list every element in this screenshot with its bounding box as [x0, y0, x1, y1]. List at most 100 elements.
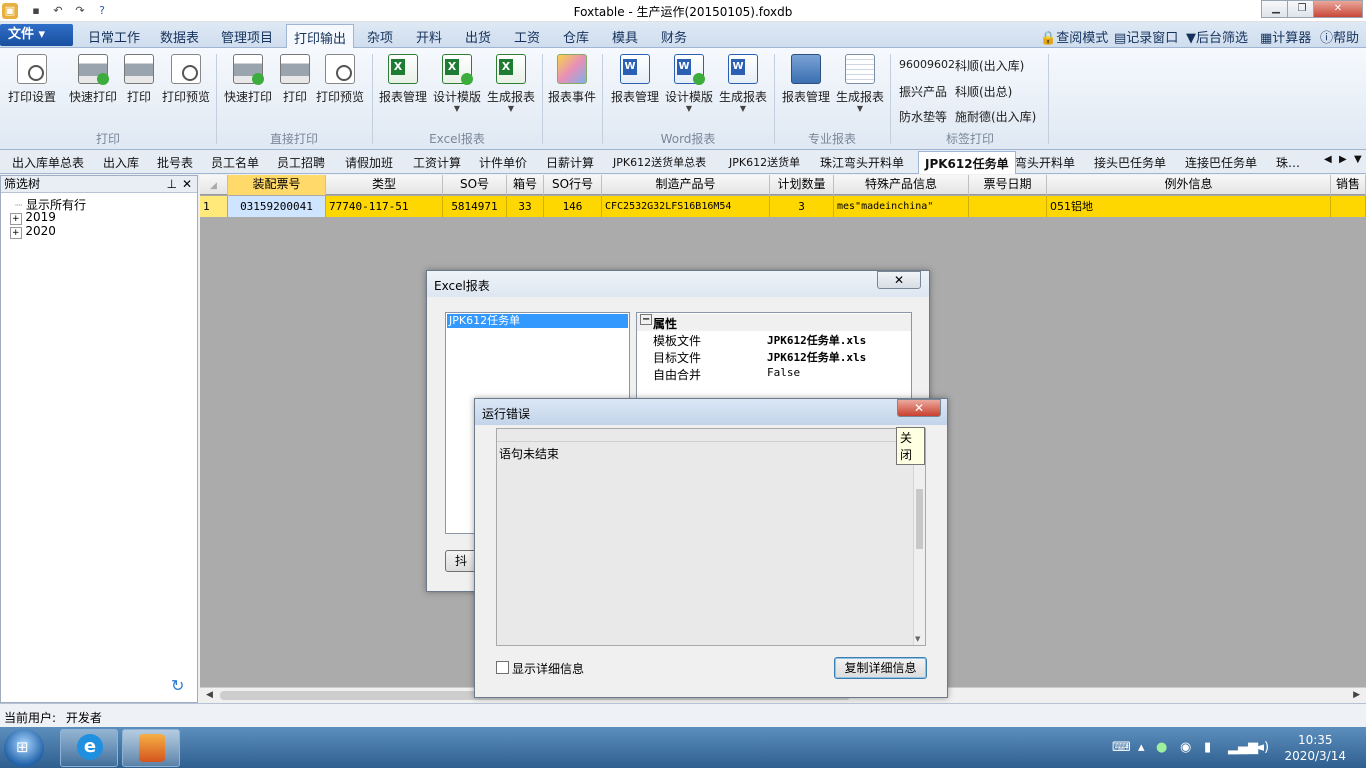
tab-wages[interactable]: 工资	[514, 27, 540, 46]
start-button[interactable]: ⊞	[4, 729, 44, 767]
doctab-batch[interactable]: 批号表	[157, 154, 193, 171]
file-menu-button[interactable]: 文件 ▾	[0, 24, 73, 46]
cell-special-info[interactable]: mes"madeinchina"	[834, 196, 969, 217]
doctab-zhujiang-elbow[interactable]: 珠江弯头开料单	[820, 154, 904, 171]
col-header-so-line[interactable]: SO行号	[544, 175, 602, 195]
label-item-schneider[interactable]: 施耐德(出入库)	[955, 108, 1036, 125]
table-row[interactable]: 1 03159200041 77740-117-51 5814971 33 14…	[200, 196, 1366, 217]
label-item-zhenxing[interactable]: 振兴产品	[899, 83, 947, 100]
excel-generate-report-button[interactable]: 生成报表▼	[486, 54, 536, 113]
wechat-icon[interactable]: ●	[1156, 740, 1167, 755]
close-window-button[interactable]: ✕	[1313, 0, 1363, 18]
col-header-assembly-no[interactable]: 装配票号	[228, 175, 326, 195]
tab-daily-work[interactable]: 日常工作	[88, 27, 140, 46]
word-generate-report-button[interactable]: 生成报表▼	[718, 54, 768, 113]
property-row[interactable]: 模板文件 JPK612任务单.xls	[637, 331, 911, 348]
col-header-plan-qty[interactable]: 计划数量	[770, 175, 834, 195]
doctab-recruitment[interactable]: 员工招聘	[277, 154, 325, 171]
doctab-elbow-cutting[interactable]: 弯头开料单	[1015, 154, 1075, 171]
tab-cutting[interactable]: 开料	[416, 27, 442, 46]
col-header-special-info[interactable]: 特殊产品信息	[834, 175, 969, 195]
doctab-piece-rate[interactable]: 计件单价	[479, 154, 527, 171]
record-window-button[interactable]: ▤记录窗口	[1114, 27, 1178, 46]
taskbar-foxtable-button[interactable]	[122, 729, 180, 767]
error-dialog-close-button[interactable]: ✕	[897, 399, 941, 417]
special-report-manage-button[interactable]: 报表管理	[780, 54, 832, 105]
tab-molds[interactable]: 模具	[612, 27, 638, 46]
tab-misc[interactable]: 杂项	[367, 27, 393, 46]
col-header-product-no[interactable]: 制造产品号	[602, 175, 770, 195]
doctab-jpk612-delivery-summary[interactable]: JPK612送货单总表	[613, 154, 706, 170]
doctab-daily-wage[interactable]: 日薪计算	[546, 154, 594, 171]
tab-warehouse[interactable]: 仓库	[563, 27, 589, 46]
report-event-button[interactable]: 报表事件	[546, 54, 598, 105]
doctab-wage-calc[interactable]: 工资计算	[413, 154, 461, 171]
grid-corner[interactable]: ◢	[200, 175, 228, 195]
excel-dialog-partial-button[interactable]: 抖	[445, 550, 477, 572]
label-item-waterproof[interactable]: 防水垫等	[899, 108, 947, 125]
background-filter-button[interactable]: ▼后台筛选	[1186, 27, 1248, 46]
doctab-employees[interactable]: 员工名单	[211, 154, 259, 171]
scroll-thumb[interactable]	[916, 489, 923, 549]
cell-sales[interactable]	[1331, 196, 1366, 217]
expand-icon[interactable]: +	[10, 227, 22, 239]
property-row[interactable]: 目标文件 JPK612任务单.xls	[637, 348, 911, 365]
col-header-type[interactable]: 类型	[326, 175, 443, 195]
doctab-io[interactable]: 出入库	[103, 154, 139, 171]
calculator-button[interactable]: ▦计算器	[1260, 27, 1311, 46]
tree-item-2020[interactable]: + 2020	[10, 224, 56, 239]
show-details-checkbox[interactable]	[496, 661, 509, 674]
property-category[interactable]: − 属性	[637, 314, 911, 331]
doctab-more[interactable]: 珠…	[1276, 154, 1300, 171]
tab-manage-items[interactable]: 管理项目	[221, 27, 273, 46]
col-header-so-no[interactable]: SO号	[443, 175, 507, 195]
volume-icon[interactable]: ◄)	[1254, 740, 1269, 755]
error-message-box[interactable]: 语句未结束 ▼ 关闭	[496, 427, 926, 646]
report-list-item[interactable]: JPK612任务单	[447, 314, 628, 328]
cell-exception-info[interactable]: 051铝地	[1047, 196, 1331, 217]
tray-expand-icon[interactable]: ▴	[1138, 740, 1145, 755]
print-button[interactable]: 打印	[124, 54, 154, 105]
property-row[interactable]: 自由合并 False	[637, 365, 911, 382]
property-value[interactable]: JPK612任务单.xls	[767, 332, 866, 348]
pin-icon[interactable]: ⊥	[167, 176, 177, 192]
copy-details-button[interactable]: 复制详细信息	[834, 657, 927, 679]
close-panel-icon[interactable]: ✕	[182, 176, 192, 192]
excel-dialog-close-button[interactable]: ✕	[877, 271, 921, 289]
col-header-ticket-date[interactable]: 票号日期	[969, 175, 1047, 195]
help-button[interactable]: ⓘ帮助	[1320, 27, 1359, 46]
scroll-right-arrow-icon[interactable]: ▶	[1353, 690, 1360, 700]
cell-assembly-no[interactable]: 03159200041	[228, 196, 326, 217]
excel-design-template-button[interactable]: 设计模版▼	[432, 54, 482, 113]
taskbar-ie-button[interactable]: e	[60, 729, 118, 767]
cell-product-no[interactable]: CFC2532G32LFS16B16M54	[602, 196, 770, 217]
col-header-box-no[interactable]: 箱号	[507, 175, 544, 195]
quick-print-button[interactable]: 快速打印	[66, 54, 120, 105]
print-setup-button[interactable]: 打印设置	[6, 54, 58, 105]
usb-icon[interactable]: ▮	[1204, 740, 1211, 755]
excel-report-manage-button[interactable]: 报表管理	[378, 54, 428, 105]
cell-box-no[interactable]: 33	[507, 196, 544, 217]
doctab-io-summary[interactable]: 出入库单总表	[12, 154, 84, 171]
property-value[interactable]: False	[767, 366, 800, 379]
special-generate-report-button[interactable]: 生成报表 ▼	[834, 54, 886, 113]
label-item-keshun-total[interactable]: 科顺(出总)	[955, 83, 1012, 100]
word-report-manage-button[interactable]: 报表管理	[610, 54, 660, 105]
direct-print-button[interactable]: 打印	[280, 54, 310, 105]
tab-shipping[interactable]: 出货	[465, 27, 491, 46]
doctab-joint-bar-task[interactable]: 接头巴任务单	[1094, 154, 1166, 171]
doctab-connect-bar-task[interactable]: 连接巴任务单	[1185, 154, 1257, 171]
clock[interactable]: 10:35 2020/3/14	[1284, 732, 1346, 764]
cell-so-line[interactable]: 146	[544, 196, 602, 217]
direct-quick-print-button[interactable]: 快速打印	[222, 54, 274, 105]
collapse-icon[interactable]: −	[640, 314, 653, 325]
scroll-down-arrow-icon[interactable]: ▼	[915, 635, 920, 643]
tree-item-2019[interactable]: + 2019	[10, 210, 56, 225]
label-item-keshun-io[interactable]: 科顺(出入库)	[955, 57, 1024, 74]
direct-print-preview-button[interactable]: 打印预览	[314, 54, 366, 105]
doctab-jpk612-delivery[interactable]: JPK612送货单	[729, 154, 800, 170]
word-design-template-button[interactable]: 设计模版▼	[664, 54, 714, 113]
tab-scroll-right-icon[interactable]: ▶	[1339, 154, 1347, 165]
cell-type[interactable]: 77740-117-51	[326, 196, 443, 217]
scroll-left-arrow-icon[interactable]: ◀	[206, 690, 213, 700]
